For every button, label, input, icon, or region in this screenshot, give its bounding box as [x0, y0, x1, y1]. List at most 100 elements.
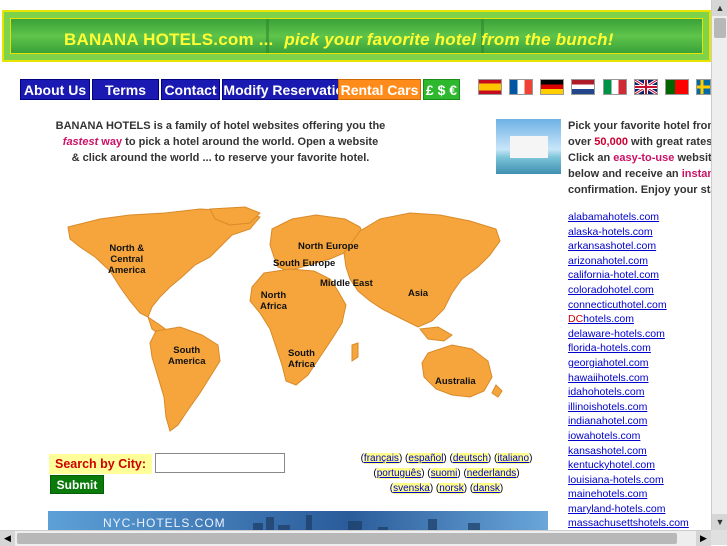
link-florida[interactable]: florida-hotels.com: [568, 341, 689, 356]
link-kentucky[interactable]: kentuckyhotel.com: [568, 458, 689, 473]
dutch-flag-icon[interactable]: [571, 79, 595, 95]
intro-line-1: BANANA HOTELS is a family of hotel websi…: [55, 120, 386, 132]
scroll-down-icon[interactable]: ▼: [712, 514, 727, 530]
swedish-flag-icon[interactable]: [696, 79, 711, 95]
promo-line-3: Click an easy-to-use website: [568, 150, 718, 166]
lang-link-nederlands[interactable]: nederlands: [466, 468, 517, 479]
intro-line-2: fastest way to pick a hotel around the w…: [48, 134, 393, 150]
city-search-input[interactable]: [155, 453, 285, 473]
search-by-city-label: Search by City:: [49, 454, 152, 474]
world-map[interactable]: North & Central America North Europe Sou…: [60, 205, 505, 440]
french-flag-icon[interactable]: [509, 79, 533, 95]
portuguese-flag-icon[interactable]: [665, 79, 689, 95]
horizontal-scroll-thumb[interactable]: [17, 533, 677, 544]
promo-highlight: easy-to-use: [613, 152, 675, 164]
promo-text: Pick your favorite hotel from over 50,00…: [568, 118, 718, 198]
world-map-graphic: [67, 206, 503, 432]
map-label-north-america[interactable]: North & Central America: [108, 243, 146, 276]
map-region-south-america: [149, 326, 221, 432]
german-flag-icon[interactable]: [540, 79, 564, 95]
submit-button[interactable]: Submit: [50, 475, 104, 494]
lang-link-portugues[interactable]: português: [376, 468, 422, 479]
scroll-left-icon[interactable]: ◀: [0, 531, 15, 546]
lang-link-italiano[interactable]: italiano: [497, 453, 530, 464]
link-california[interactable]: california-hotel.com: [568, 268, 689, 283]
map-label-line: Africa: [288, 359, 315, 370]
map-label-line: America: [168, 356, 206, 367]
lang-link-svenska[interactable]: svenska: [393, 483, 430, 494]
language-row: (português) (suomi) (nederlands): [373, 468, 520, 479]
map-label-australia[interactable]: Australia: [435, 376, 476, 387]
link-connecticut[interactable]: connecticuthotel.com: [568, 298, 689, 313]
scrollbar-corner: [711, 530, 727, 545]
link-iowa[interactable]: iowahotels.com: [568, 429, 689, 444]
way-text: way: [98, 136, 123, 148]
lang-link-norsk[interactable]: norsk: [439, 483, 464, 494]
lang-link-dansk[interactable]: dansk: [473, 483, 500, 494]
site-name: BANANA HOTELS.com ...: [64, 30, 274, 49]
uk-flag-icon[interactable]: [634, 78, 658, 96]
map-label-north-europe[interactable]: North Europe: [298, 241, 359, 252]
link-idaho[interactable]: idahohotels.com: [568, 385, 689, 400]
promo-text-part: with great rates: [627, 136, 713, 148]
link-alabama[interactable]: alabamahotels.com: [568, 210, 689, 225]
language-links: (français) (español) (deutsch) (italiano…: [354, 451, 539, 496]
promo-line-4: below and receive an instant: [568, 166, 718, 182]
intro-line-2-rest: to pick a hotel around the world. Open a…: [122, 136, 379, 148]
link-louisiana[interactable]: louisiana-hotels.com: [568, 473, 689, 488]
link-hawaii[interactable]: hawaiihotels.com: [568, 371, 689, 386]
scroll-up-icon[interactable]: ▲: [712, 0, 727, 16]
intro-text: BANANA HOTELS is a family of hotel websi…: [48, 118, 393, 166]
map-label-north-africa[interactable]: North Africa: [260, 290, 287, 312]
link-maryland[interactable]: maryland-hotels.com: [568, 502, 689, 517]
lang-link-deutsch[interactable]: deutsch: [452, 453, 488, 464]
nav-about-us[interactable]: About Us: [20, 79, 90, 100]
lang-link-suomi[interactable]: suomi: [430, 468, 458, 479]
link-maine[interactable]: mainehotels.com: [568, 487, 689, 502]
link-massachusetts[interactable]: massachusettshotels.com: [568, 516, 689, 531]
link-arkansas[interactable]: arkansashotel.com: [568, 239, 689, 254]
map-label-middle-east[interactable]: Middle East: [320, 278, 373, 289]
link-indiana[interactable]: indianahotel.com: [568, 414, 689, 429]
link-illinois[interactable]: illinoishotels.com: [568, 400, 689, 415]
nav-terms[interactable]: Terms: [92, 79, 159, 100]
nav-rental-cars[interactable]: Rental Cars: [338, 79, 421, 100]
site-banner: BANANA HOTELS.com ... pick your favorite…: [2, 10, 711, 62]
promo-line-1: Pick your favorite hotel from: [568, 120, 718, 132]
language-row: (svenska) (norsk) (dansk): [389, 483, 504, 494]
intro-line-3: & click around the world ... to reserve …: [71, 152, 370, 164]
nav-contact[interactable]: Contact: [161, 79, 220, 100]
language-row: (français) (español) (deutsch) (italiano…: [360, 453, 533, 464]
link-alaska[interactable]: alaska-hotels.com: [568, 225, 689, 240]
horizontal-scrollbar[interactable]: ◀ ▶: [0, 530, 711, 546]
map-label-line: Africa: [260, 301, 287, 312]
scroll-right-icon[interactable]: ▶: [696, 531, 711, 546]
promo-text-part: below and receive an: [568, 168, 682, 180]
map-region-australia: [421, 344, 493, 398]
map-label-line: Central: [110, 254, 144, 265]
promo-text-part: over: [568, 136, 595, 148]
hotel-photo: [496, 119, 561, 174]
nav-modify-reservation[interactable]: Modify Reservation: [222, 79, 354, 100]
dc-suffix: hotels.com: [583, 313, 634, 326]
spanish-flag-icon[interactable]: [478, 79, 502, 95]
link-arizona[interactable]: arizonahotel.com: [568, 254, 689, 269]
hotel-building: [510, 136, 548, 158]
lang-link-francais[interactable]: français: [363, 453, 399, 464]
vertical-scroll-thumb[interactable]: [714, 18, 726, 38]
nav-currency[interactable]: £ $ €: [423, 79, 460, 100]
link-georgia[interactable]: georgiahotel.com: [568, 356, 689, 371]
link-dc[interactable]: DChotels.com: [568, 312, 689, 327]
map-label-south-america[interactable]: South America: [168, 345, 206, 367]
site-tagline: pick your favorite hotel from the bunch!: [284, 30, 614, 49]
lang-link-espanol[interactable]: español: [408, 453, 444, 464]
map-label-south-europe[interactable]: South Europe: [273, 258, 335, 269]
link-colorado[interactable]: coloradohotel.com: [568, 283, 689, 298]
link-delaware[interactable]: delaware-hotels.com: [568, 327, 689, 342]
map-label-south-africa[interactable]: South Africa: [288, 348, 315, 370]
map-label-asia[interactable]: Asia: [408, 288, 428, 299]
link-kansas[interactable]: kansashotel.com: [568, 444, 689, 459]
vertical-scrollbar[interactable]: ▲ ▼: [711, 0, 727, 530]
map-label-line: North &: [109, 243, 145, 254]
italian-flag-icon[interactable]: [603, 79, 627, 95]
